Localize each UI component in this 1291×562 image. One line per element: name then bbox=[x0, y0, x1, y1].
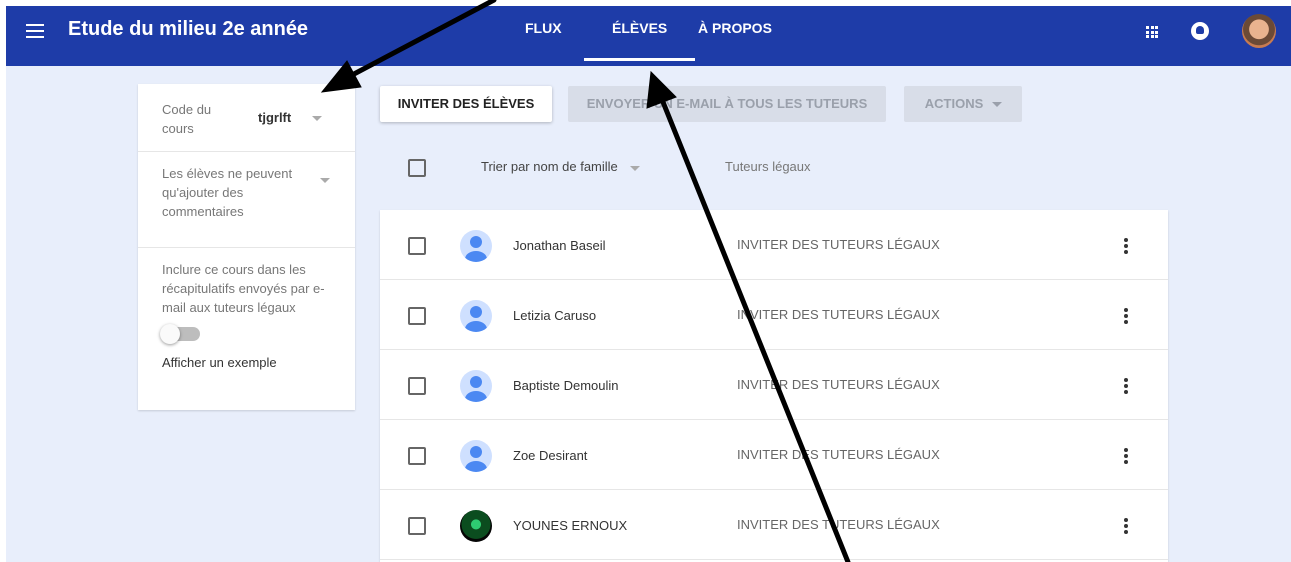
show-example-link[interactable]: Afficher un exemple bbox=[162, 355, 331, 370]
student-row: Jonathan Baseil INVITER DES TUTEURS LÉGA… bbox=[380, 210, 1168, 280]
classroom-window: Etude du milieu 2e année FLUX ÉLÈVES À P… bbox=[6, 6, 1291, 562]
more-options-icon[interactable] bbox=[1124, 238, 1128, 254]
student-row: Baptiste Demoulin INVITER DES TUTEURS LÉ… bbox=[380, 350, 1168, 420]
invite-guardians-link[interactable]: INVITER DES TUTEURS LÉGAUX bbox=[737, 447, 940, 462]
tab-a-propos[interactable]: À PROPOS bbox=[698, 20, 772, 36]
student-checkbox[interactable] bbox=[408, 447, 426, 465]
student-name[interactable]: Baptiste Demoulin bbox=[513, 378, 619, 393]
chevron-down-icon[interactable] bbox=[320, 178, 330, 183]
invite-students-button[interactable]: INVITER DES ÉLÈVES bbox=[380, 86, 552, 122]
chevron-down-icon[interactable] bbox=[312, 116, 322, 121]
course-settings-panel: Code du cours tjgrlft Les élèves ne peuv… bbox=[138, 84, 355, 410]
student-name[interactable]: YOUNES ERNOUX bbox=[513, 518, 627, 533]
invite-guardians-link[interactable]: INVITER DES TUTEURS LÉGAUX bbox=[737, 377, 940, 392]
actions-menu-label: ACTIONS bbox=[924, 96, 984, 111]
student-avatar bbox=[460, 440, 492, 472]
student-row: Zoe Desirant INVITER DES TUTEURS LÉGAUX bbox=[380, 420, 1168, 490]
chevron-down-icon bbox=[992, 102, 1002, 107]
email-all-guardians-button[interactable]: ENVOYER UN E-MAIL À TOUS LES TUTEURS bbox=[568, 86, 886, 122]
student-name[interactable]: Zoe Desirant bbox=[513, 448, 587, 463]
more-options-icon[interactable] bbox=[1124, 378, 1128, 394]
invite-guardians-link[interactable]: INVITER DES TUTEURS LÉGAUX bbox=[737, 237, 940, 252]
student-checkbox[interactable] bbox=[408, 307, 426, 325]
student-list: Jonathan Baseil INVITER DES TUTEURS LÉGA… bbox=[380, 210, 1168, 562]
comment-permission-section[interactable]: Les élèves ne peuvent qu'ajouter des com… bbox=[138, 152, 355, 248]
top-app-bar: Etude du milieu 2e année FLUX ÉLÈVES À P… bbox=[6, 6, 1291, 66]
guardian-summary-text: Inclure ce cours dans les récapitulatifs… bbox=[162, 262, 325, 315]
user-avatar[interactable] bbox=[1242, 14, 1276, 48]
invite-guardians-link[interactable]: INVITER DES TUTEURS LÉGAUX bbox=[737, 517, 940, 532]
guardian-summary-toggle[interactable] bbox=[160, 324, 200, 344]
student-avatar bbox=[460, 510, 492, 542]
student-avatar bbox=[460, 230, 492, 262]
guardian-summary-section: Inclure ce cours dans les récapitulatifs… bbox=[138, 248, 355, 382]
tab-eleves[interactable]: ÉLÈVES bbox=[583, 20, 696, 61]
student-row: Letizia Caruso INVITER DES TUTEURS LÉGAU… bbox=[380, 280, 1168, 350]
student-avatar bbox=[460, 370, 492, 402]
apps-grid-icon[interactable] bbox=[1146, 26, 1158, 38]
course-title: Etude du milieu 2e année bbox=[68, 18, 309, 40]
more-options-icon[interactable] bbox=[1124, 518, 1128, 534]
student-checkbox[interactable] bbox=[408, 377, 426, 395]
select-all-checkbox[interactable] bbox=[408, 159, 426, 177]
guardians-column-header: Tuteurs légaux bbox=[725, 159, 811, 174]
student-avatar bbox=[460, 300, 492, 332]
notifications-icon[interactable] bbox=[1191, 22, 1209, 40]
class-code-section[interactable]: Code du cours tjgrlft bbox=[138, 84, 355, 152]
tab-flux[interactable]: FLUX bbox=[525, 20, 562, 36]
student-row: YOUNES ERNOUX INVITER DES TUTEURS LÉGAUX bbox=[380, 490, 1168, 560]
more-options-icon[interactable] bbox=[1124, 308, 1128, 324]
comment-permission-select[interactable]: Les élèves ne peuvent qu'ajouter des com… bbox=[162, 164, 310, 221]
menu-icon[interactable] bbox=[26, 24, 44, 38]
actions-menu-button[interactable]: ACTIONS bbox=[904, 86, 1022, 122]
class-code-label: Code du cours bbox=[162, 102, 212, 136]
student-name[interactable]: Jonathan Baseil bbox=[513, 238, 606, 253]
toggle-knob bbox=[160, 324, 180, 344]
class-code-value: tjgrlft bbox=[258, 110, 292, 125]
invite-guardians-link[interactable]: INVITER DES TUTEURS LÉGAUX bbox=[737, 307, 940, 322]
chevron-down-icon[interactable] bbox=[630, 166, 640, 171]
more-options-icon[interactable] bbox=[1124, 448, 1128, 464]
sort-by-last-name[interactable]: Trier par nom de famille bbox=[481, 159, 618, 174]
student-name[interactable]: Letizia Caruso bbox=[513, 308, 596, 323]
student-checkbox[interactable] bbox=[408, 237, 426, 255]
student-checkbox[interactable] bbox=[408, 517, 426, 535]
